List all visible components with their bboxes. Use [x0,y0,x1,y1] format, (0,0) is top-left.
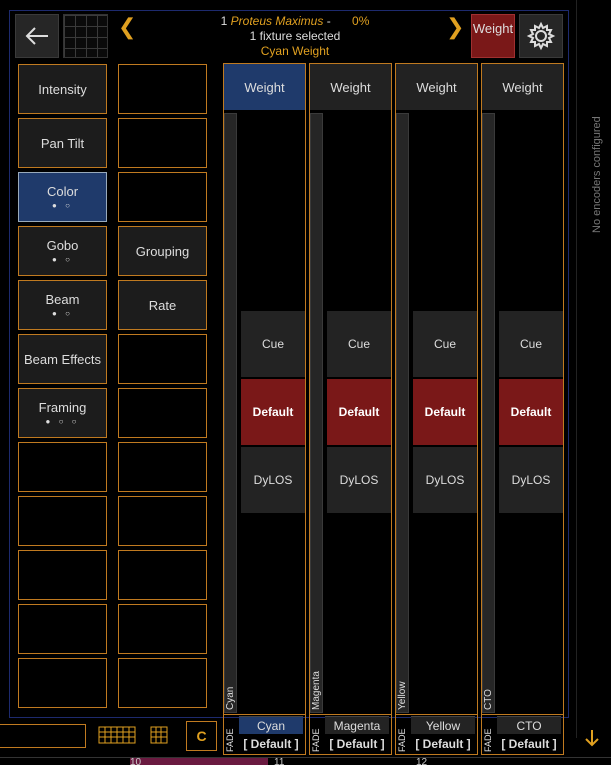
weight-button[interactable]: Weight [471,14,515,58]
column-bottom-border [223,714,306,755]
fader-label: Yellow [397,681,408,710]
feature-button-empty[interactable] [118,172,207,222]
dylos-button[interactable]: DyLOS [499,447,563,513]
parameter-header[interactable]: Weight [482,64,563,110]
dylos-button[interactable]: DyLOS [327,447,391,513]
feature-button-empty[interactable] [18,658,107,708]
feature-button-intensity[interactable]: Intensity [18,64,107,114]
feature-button-empty[interactable] [118,658,207,708]
parameter-header[interactable]: Weight [310,64,391,110]
bottom-divider [0,757,611,758]
feature-button-empty[interactable] [118,118,207,168]
feature-button-label: Gobo [46,238,79,253]
default-button[interactable]: Default [241,379,305,445]
back-button[interactable] [15,14,59,58]
column-bottom-border [481,714,564,755]
keyboard-icon[interactable] [98,726,136,744]
feature-button-empty[interactable] [18,604,107,654]
feature-button-framing[interactable]: Framing ● ○ ○ [18,388,107,438]
attribute-name: Cyan Weight [260,44,330,58]
strip-cell[interactable]: 12 [416,758,427,765]
fader-track[interactable] [482,113,495,713]
feature-button-label: Intensity [38,81,87,97]
strip-cell[interactable]: 11 [274,758,284,765]
page-dots: ● ○ [52,309,73,318]
command-line-input[interactable] [0,724,86,748]
feature-button-empty[interactable] [118,442,207,492]
feature-button-label: Rate [148,297,177,313]
feature-button-empty[interactable] [118,334,207,384]
feature-button-empty[interactable] [118,604,207,654]
gear-icon [526,21,556,51]
fader-label: Magenta [311,671,322,710]
feature-button-empty[interactable] [18,442,107,492]
feature-button-label: Pan Tilt [40,135,85,151]
fader-track[interactable] [396,113,409,713]
page-dots: ● ○ ○ [45,417,80,426]
parameter-header[interactable]: Weight [396,64,477,110]
feature-button-empty[interactable] [118,496,207,546]
fader-label: Cyan [225,686,236,710]
feature-button-label: Grouping [135,243,190,259]
strip-cell[interactable]: 10 [130,758,268,765]
feature-button-rate[interactable]: Rate [118,280,207,330]
feature-button-gobo[interactable]: Gobo ● ○ [18,226,107,276]
dylos-button[interactable]: DyLOS [241,447,305,513]
feature-button-label: Beam [45,292,80,307]
cue-button[interactable]: Cue [413,311,477,377]
page-dots: ● ○ [52,201,73,210]
fixture-separator: - [326,14,331,28]
cue-button[interactable]: Cue [327,311,391,377]
column-bottom-border [309,714,392,755]
down-arrow-icon[interactable] [578,724,606,752]
feature-button-pan-tilt[interactable]: Pan Tilt [18,118,107,168]
default-button[interactable]: Default [499,379,563,445]
selection-status: 1 fixture selected [249,29,341,43]
numpad-icon[interactable] [150,726,168,744]
panel-divider [576,0,577,738]
column-bottom-border [395,714,478,755]
fader-label: CTO [483,689,494,710]
settings-button[interactable] [519,14,563,58]
feature-button-label: Beam Effects [23,351,102,367]
fader-track[interactable] [310,113,323,713]
feature-button-empty[interactable] [118,64,207,114]
default-button[interactable]: Default [327,379,391,445]
fixture-name: Proteus Maximus [230,14,324,28]
fader-track[interactable] [224,113,237,713]
fixture-info: 1 Proteus Maximus - 0% [150,14,440,29]
feature-button-color[interactable]: Color ● ○ [18,172,107,222]
feature-button-empty[interactable] [118,388,207,438]
feature-button-beam[interactable]: Beam ● ○ [18,280,107,330]
chevron-left-icon[interactable]: ❮ [118,16,136,38]
feature-button-empty[interactable] [18,550,107,600]
encoders-empty-message: No encoders configured [591,116,603,234]
intensity-percent: 0% [352,14,370,28]
dylos-button[interactable]: DyLOS [413,447,477,513]
chevron-right-icon[interactable]: ❯ [446,16,464,38]
back-arrow-icon [25,27,48,45]
parameter-header[interactable]: Weight [224,64,305,110]
cue-button[interactable]: Cue [241,311,305,377]
page-dots: ● ○ [52,255,73,264]
cue-button[interactable]: Cue [499,311,563,377]
feature-button-label: Color [46,184,79,199]
grid-thumbnail[interactable] [63,14,108,58]
clear-button[interactable]: C [186,721,217,751]
default-button[interactable]: Default [413,379,477,445]
feature-button-empty[interactable] [18,496,107,546]
feature-button-beam-effects[interactable]: Beam Effects [18,334,107,384]
fixture-number: 1 [220,14,228,28]
feature-button-empty[interactable] [118,550,207,600]
feature-button-grouping[interactable]: Grouping [118,226,207,276]
feature-button-label: Framing [38,400,87,415]
